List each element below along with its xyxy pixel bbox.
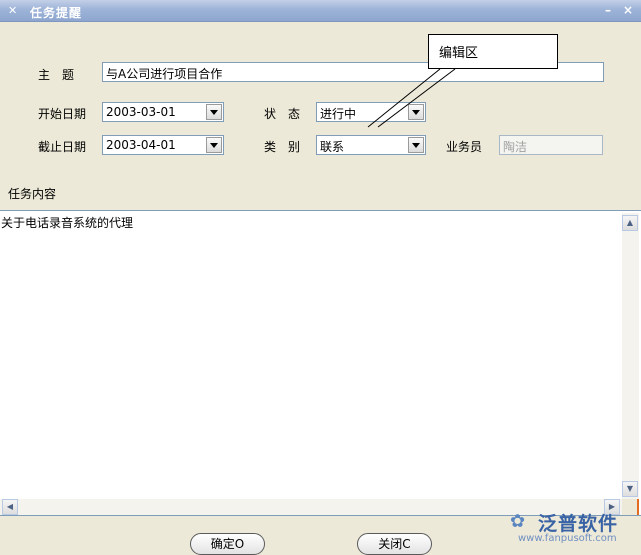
close-window-button[interactable]: ×: [620, 2, 636, 18]
start-date-picker[interactable]: 2003-03-01: [102, 102, 224, 122]
status-value: 进行中: [320, 107, 357, 121]
edit-area-callout: 编辑区: [428, 34, 558, 69]
chevron-down-icon[interactable]: [206, 137, 222, 153]
content-label: 任务内容: [8, 187, 57, 201]
category-value: 联系: [320, 140, 345, 154]
vertical-scrollbar[interactable]: ▲ ▼: [622, 213, 639, 499]
start-date-label: 开始日期: [38, 107, 87, 121]
end-date-label: 截止日期: [38, 140, 87, 154]
logo-name: 泛普软件: [538, 513, 619, 535]
end-date-picker[interactable]: 2003-04-01: [102, 135, 224, 155]
scroll-down-icon[interactable]: ▼: [622, 481, 638, 497]
close-button[interactable]: 关闭C: [357, 533, 432, 555]
content-text: 关于电话录音系统的代理: [1, 216, 134, 230]
chevron-down-icon[interactable]: [408, 137, 424, 153]
category-label: 类 别: [264, 140, 301, 154]
end-date-value: 2003-04-01: [106, 138, 176, 152]
staff-input: 陶洁: [499, 135, 603, 155]
content-textarea[interactable]: 关于电话录音系统的代理 ▲ ▼ ◀ ▶: [0, 210, 641, 516]
scroll-left-icon[interactable]: ◀: [2, 499, 18, 515]
subject-label: 主 题: [38, 68, 75, 82]
start-date-value: 2003-03-01: [106, 105, 176, 119]
status-select[interactable]: 进行中: [316, 102, 426, 122]
ok-button[interactable]: 确定O: [190, 533, 265, 555]
scroll-up-icon[interactable]: ▲: [622, 215, 638, 231]
brand-logo: ✿ 泛普软件 www.fanpusoft.com: [508, 509, 640, 549]
app-icon: ✕: [8, 4, 18, 17]
status-label: 状 态: [264, 107, 301, 121]
title-bar: ✕ 任务提醒 – ×: [0, 0, 641, 22]
window-title: 任务提醒: [30, 6, 83, 20]
minimize-button[interactable]: –: [600, 2, 616, 18]
logo-icon: ✿: [510, 511, 526, 532]
category-select[interactable]: 联系: [316, 135, 426, 155]
chevron-down-icon[interactable]: [206, 104, 222, 120]
staff-label: 业务员: [446, 140, 483, 154]
chevron-down-icon[interactable]: [408, 104, 424, 120]
logo-url: www.fanpusoft.com: [518, 533, 617, 544]
